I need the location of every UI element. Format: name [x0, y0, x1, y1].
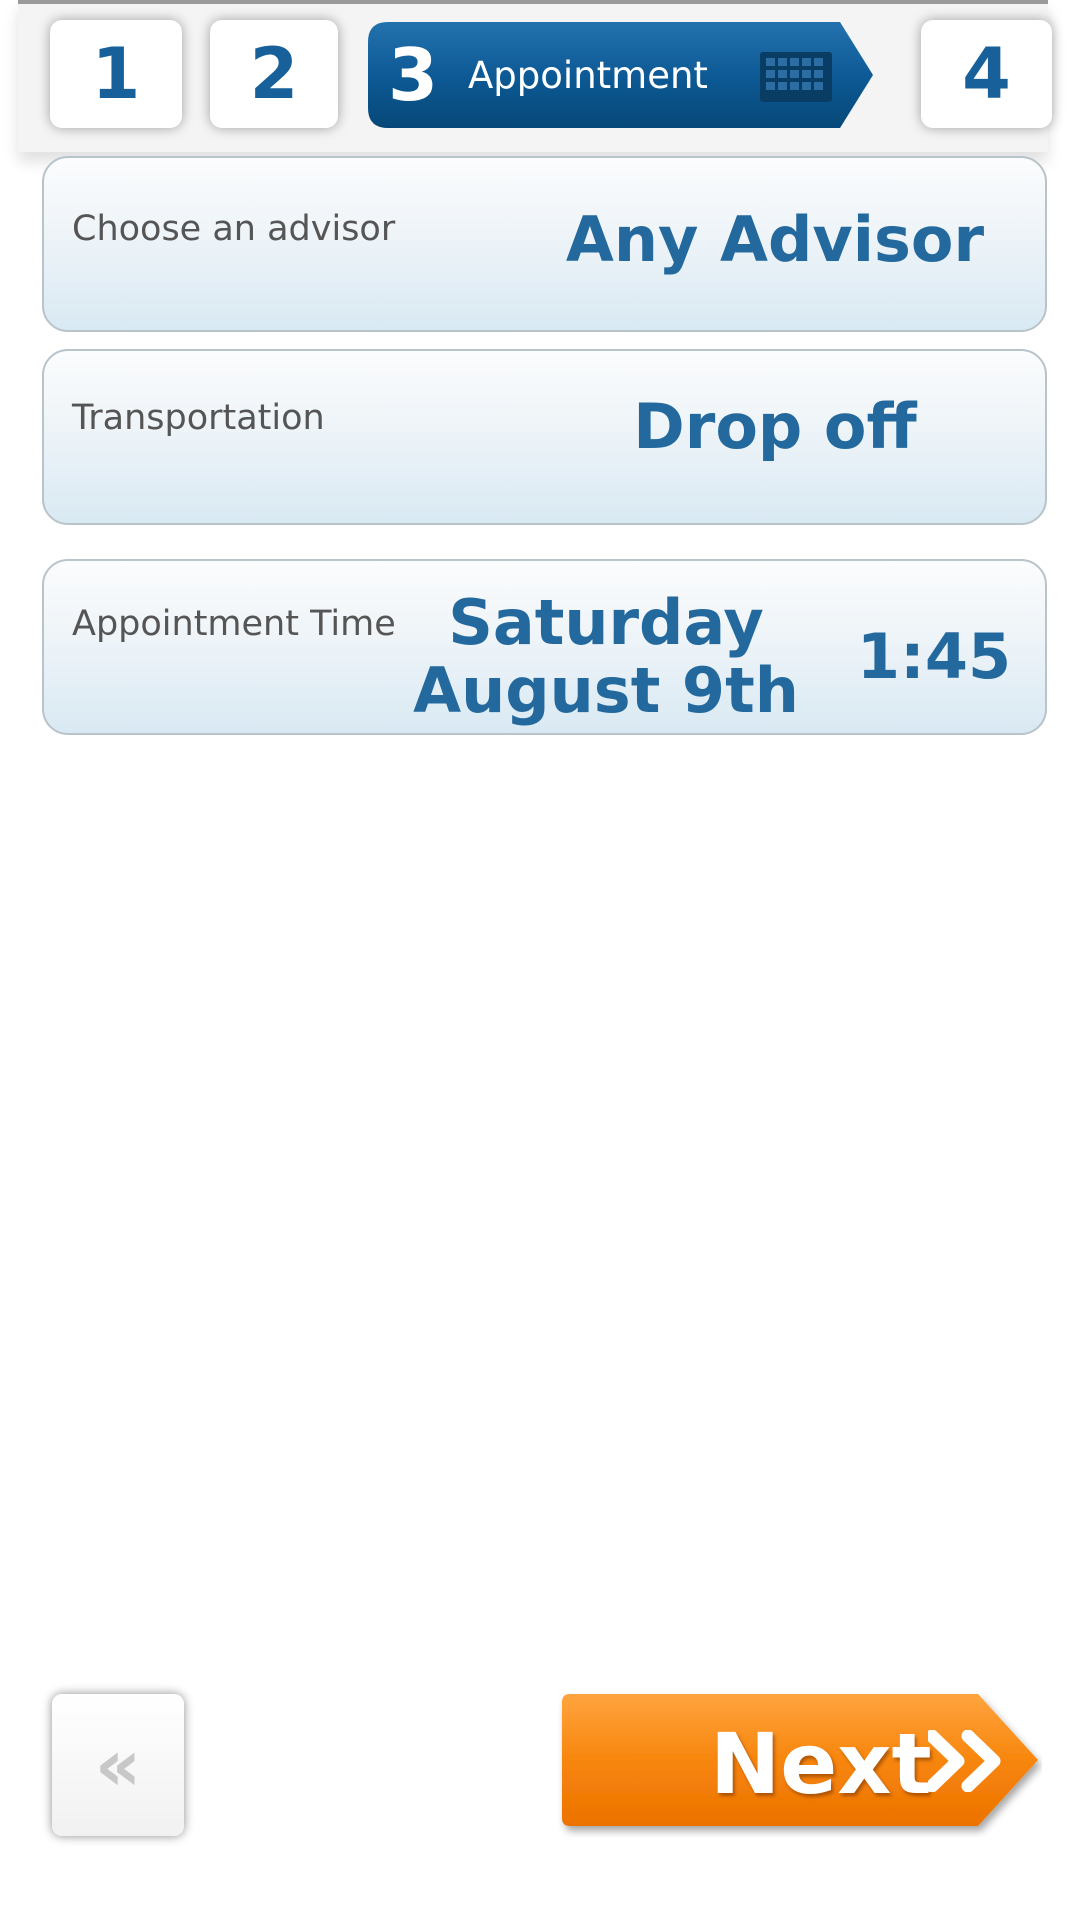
step-3-label: Appointment — [468, 54, 708, 97]
advisor-label: Choose an advisor — [72, 209, 396, 249]
next-button[interactable]: Next — [558, 1690, 1042, 1838]
back-button[interactable]: « — [52, 1694, 184, 1836]
step-1-label: 1 — [91, 33, 141, 115]
appointment-time-label: Appointment Time — [72, 604, 396, 644]
step-2-label: 2 — [249, 33, 299, 115]
appointment-day: Saturday — [448, 586, 764, 659]
step-2-button[interactable]: 2 — [210, 20, 338, 128]
transportation-selector[interactable]: Transportation Drop off — [42, 349, 1047, 525]
next-button-label: Next — [710, 1715, 932, 1813]
advisor-selector[interactable]: Choose an advisor Any Advisor — [42, 156, 1047, 332]
transportation-value: Drop off — [633, 390, 917, 463]
step-progress-bar: 1 2 3 Appointment 4 — [18, 0, 1052, 152]
step-3-number: 3 — [388, 33, 439, 117]
step-3-appointment-active[interactable]: 3 Appointment — [368, 22, 873, 128]
advisor-value: Any Advisor — [565, 203, 985, 276]
step-1-button[interactable]: 1 — [50, 20, 182, 128]
appointment-time-selector[interactable]: Appointment Time Saturday August 9th 1:4… — [42, 559, 1047, 735]
double-chevron-left-icon: « — [94, 1723, 142, 1807]
appointment-time-value: 1:45 — [856, 620, 1012, 693]
step-4-button[interactable]: 4 — [921, 20, 1052, 128]
appointment-date: August 9th — [413, 654, 799, 727]
step-4-label: 4 — [962, 33, 1011, 115]
transportation-label: Transportation — [72, 398, 325, 438]
